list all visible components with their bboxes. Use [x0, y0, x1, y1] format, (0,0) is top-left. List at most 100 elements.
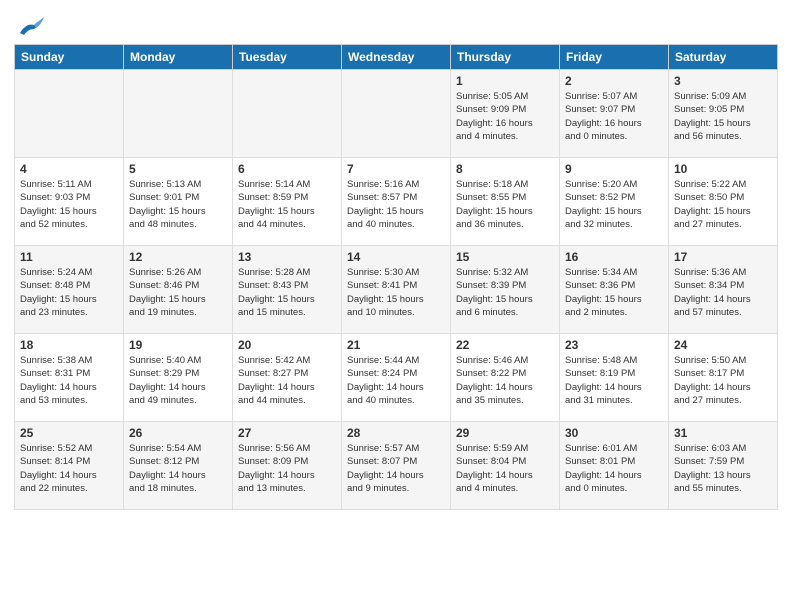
calendar-cell: 16Sunrise: 5:34 AMSunset: 8:36 PMDayligh…	[560, 246, 669, 334]
day-info: Sunrise: 5:22 AMSunset: 8:50 PMDaylight:…	[674, 178, 772, 231]
day-number: 3	[674, 74, 772, 88]
day-number: 7	[347, 162, 445, 176]
day-number: 21	[347, 338, 445, 352]
day-number: 24	[674, 338, 772, 352]
weekday-header-monday: Monday	[124, 45, 233, 70]
day-info: Sunrise: 6:01 AMSunset: 8:01 PMDaylight:…	[565, 442, 663, 495]
day-number: 20	[238, 338, 336, 352]
day-info: Sunrise: 5:40 AMSunset: 8:29 PMDaylight:…	[129, 354, 227, 407]
calendar-cell: 28Sunrise: 5:57 AMSunset: 8:07 PMDayligh…	[342, 422, 451, 510]
day-info: Sunrise: 5:52 AMSunset: 8:14 PMDaylight:…	[20, 442, 118, 495]
day-info: Sunrise: 5:54 AMSunset: 8:12 PMDaylight:…	[129, 442, 227, 495]
day-number: 6	[238, 162, 336, 176]
calendar-cell: 4 Sunrise: 5:11 AMSunset: 9:03 PMDaylight…	[15, 158, 124, 246]
day-info: Sunrise: 5:32 AMSunset: 8:39 PMDaylight:…	[456, 266, 554, 319]
weekday-header-friday: Friday	[560, 45, 669, 70]
calendar-cell	[233, 70, 342, 158]
calendar-cell: 2 Sunrise: 5:07 AMSunset: 9:07 PMDaylight…	[560, 70, 669, 158]
day-number: 17	[674, 250, 772, 264]
day-info: Sunrise: 5:46 AMSunset: 8:22 PMDaylight:…	[456, 354, 554, 407]
calendar-cell: 19 Sunrise: 5:40 AMSunset: 8:29 PMDayligh…	[124, 334, 233, 422]
day-number: 25	[20, 426, 118, 440]
calendar-cell: 11Sunrise: 5:24 AMSunset: 8:48 PMDayligh…	[15, 246, 124, 334]
day-number: 8	[456, 162, 554, 176]
calendar-cell: 15 Sunrise: 5:32 AMSunset: 8:39 PMDayligh…	[451, 246, 560, 334]
day-number: 18	[20, 338, 118, 352]
logo	[14, 14, 44, 38]
day-number: 2	[565, 74, 663, 88]
day-number: 1	[456, 74, 554, 88]
weekday-header-thursday: Thursday	[451, 45, 560, 70]
day-info: Sunrise: 5:18 AMSunset: 8:55 PMDaylight:…	[456, 178, 554, 231]
day-number: 26	[129, 426, 227, 440]
day-number: 4	[20, 162, 118, 176]
weekday-header-wednesday: Wednesday	[342, 45, 451, 70]
day-info: Sunrise: 5:05 AMSunset: 9:09 PMDaylight:…	[456, 90, 554, 143]
calendar-cell: 18 Sunrise: 5:38 AMSunset: 8:31 PMDayligh…	[15, 334, 124, 422]
day-number: 27	[238, 426, 336, 440]
calendar-cell: 24 Sunrise: 5:50 AMSunset: 8:17 PMDayligh…	[669, 334, 778, 422]
day-info: Sunrise: 6:03 AMSunset: 7:59 PMDaylight:…	[674, 442, 772, 495]
day-info: Sunrise: 5:26 AMSunset: 8:46 PMDaylight:…	[129, 266, 227, 319]
day-number: 28	[347, 426, 445, 440]
calendar-cell: 29 Sunrise: 5:59 AMSunset: 8:04 PMDayligh…	[451, 422, 560, 510]
weekday-header-sunday: Sunday	[15, 45, 124, 70]
day-number: 30	[565, 426, 663, 440]
calendar-cell: 25 Sunrise: 5:52 AMSunset: 8:14 PMDayligh…	[15, 422, 124, 510]
day-number: 23	[565, 338, 663, 352]
weekday-header-tuesday: Tuesday	[233, 45, 342, 70]
day-number: 9	[565, 162, 663, 176]
day-number: 19	[129, 338, 227, 352]
day-number: 5	[129, 162, 227, 176]
calendar-cell: 1 Sunrise: 5:05 AMSunset: 9:09 PMDaylight…	[451, 70, 560, 158]
day-info: Sunrise: 5:50 AMSunset: 8:17 PMDaylight:…	[674, 354, 772, 407]
day-info: Sunrise: 5:09 AMSunset: 9:05 PMDaylight:…	[674, 90, 772, 143]
day-info: Sunrise: 5:59 AMSunset: 8:04 PMDaylight:…	[456, 442, 554, 495]
logo-bird-icon	[16, 14, 44, 38]
calendar-cell	[342, 70, 451, 158]
day-info: Sunrise: 5:48 AMSunset: 8:19 PMDaylight:…	[565, 354, 663, 407]
day-number: 13	[238, 250, 336, 264]
calendar-cell: 13 Sunrise: 5:28 AMSunset: 8:43 PMDayligh…	[233, 246, 342, 334]
day-info: Sunrise: 5:24 AMSunset: 8:48 PMDaylight:…	[20, 266, 118, 319]
calendar-week-2: 4 Sunrise: 5:11 AMSunset: 9:03 PMDaylight…	[15, 158, 778, 246]
calendar-week-4: 18 Sunrise: 5:38 AMSunset: 8:31 PMDayligh…	[15, 334, 778, 422]
day-number: 22	[456, 338, 554, 352]
calendar-cell: 10Sunrise: 5:22 AMSunset: 8:50 PMDayligh…	[669, 158, 778, 246]
calendar-cell: 5 Sunrise: 5:13 AMSunset: 9:01 PMDaylight…	[124, 158, 233, 246]
calendar-cell: 27 Sunrise: 5:56 AMSunset: 8:09 PMDayligh…	[233, 422, 342, 510]
day-info: Sunrise: 5:44 AMSunset: 8:24 PMDaylight:…	[347, 354, 445, 407]
calendar-cell: 22 Sunrise: 5:46 AMSunset: 8:22 PMDayligh…	[451, 334, 560, 422]
calendar-cell: 3 Sunrise: 5:09 AMSunset: 9:05 PMDaylight…	[669, 70, 778, 158]
calendar-cell: 26 Sunrise: 5:54 AMSunset: 8:12 PMDayligh…	[124, 422, 233, 510]
day-number: 12	[129, 250, 227, 264]
calendar-week-3: 11Sunrise: 5:24 AMSunset: 8:48 PMDayligh…	[15, 246, 778, 334]
calendar-cell: 7 Sunrise: 5:16 AMSunset: 8:57 PMDaylight…	[342, 158, 451, 246]
day-info: Sunrise: 5:38 AMSunset: 8:31 PMDaylight:…	[20, 354, 118, 407]
day-info: Sunrise: 5:11 AMSunset: 9:03 PMDaylight:…	[20, 178, 118, 231]
day-info: Sunrise: 5:20 AMSunset: 8:52 PMDaylight:…	[565, 178, 663, 231]
header-row	[14, 10, 778, 38]
calendar-week-1: 1 Sunrise: 5:05 AMSunset: 9:09 PMDaylight…	[15, 70, 778, 158]
calendar-cell: 20 Sunrise: 5:42 AMSunset: 8:27 PMDayligh…	[233, 334, 342, 422]
day-info: Sunrise: 5:56 AMSunset: 8:09 PMDaylight:…	[238, 442, 336, 495]
day-info: Sunrise: 5:07 AMSunset: 9:07 PMDaylight:…	[565, 90, 663, 143]
calendar-table: SundayMondayTuesdayWednesdayThursdayFrid…	[14, 44, 778, 510]
calendar-container: SundayMondayTuesdayWednesdayThursdayFrid…	[0, 0, 792, 518]
day-info: Sunrise: 5:30 AMSunset: 8:41 PMDaylight:…	[347, 266, 445, 319]
calendar-cell: 21 Sunrise: 5:44 AMSunset: 8:24 PMDayligh…	[342, 334, 451, 422]
calendar-cell: 23 Sunrise: 5:48 AMSunset: 8:19 PMDayligh…	[560, 334, 669, 422]
day-info: Sunrise: 5:13 AMSunset: 9:01 PMDaylight:…	[129, 178, 227, 231]
day-info: Sunrise: 5:28 AMSunset: 8:43 PMDaylight:…	[238, 266, 336, 319]
day-number: 14	[347, 250, 445, 264]
calendar-cell	[124, 70, 233, 158]
calendar-cell: 12 Sunrise: 5:26 AMSunset: 8:46 PMDayligh…	[124, 246, 233, 334]
day-info: Sunrise: 5:42 AMSunset: 8:27 PMDaylight:…	[238, 354, 336, 407]
calendar-week-5: 25 Sunrise: 5:52 AMSunset: 8:14 PMDayligh…	[15, 422, 778, 510]
day-number: 15	[456, 250, 554, 264]
calendar-cell: 8 Sunrise: 5:18 AMSunset: 8:55 PMDaylight…	[451, 158, 560, 246]
day-number: 29	[456, 426, 554, 440]
day-info: Sunrise: 5:14 AMSunset: 8:59 PMDaylight:…	[238, 178, 336, 231]
day-info: Sunrise: 5:16 AMSunset: 8:57 PMDaylight:…	[347, 178, 445, 231]
calendar-cell: 17Sunrise: 5:36 AMSunset: 8:34 PMDayligh…	[669, 246, 778, 334]
